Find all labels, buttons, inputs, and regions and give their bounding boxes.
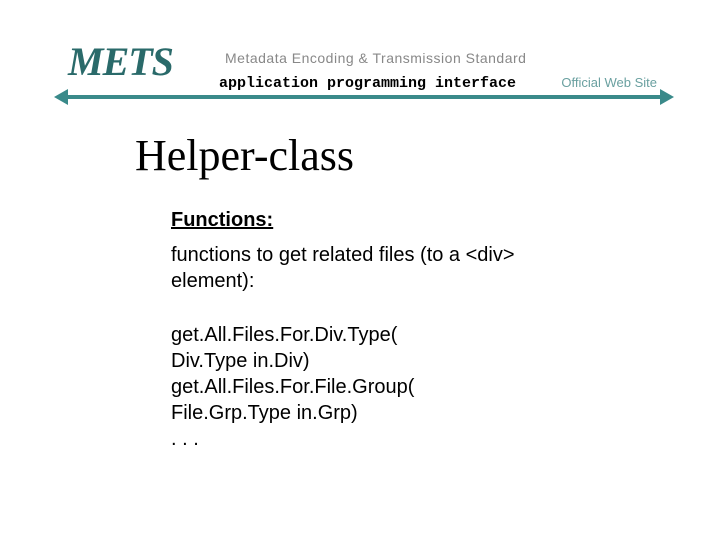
code-line: . . . <box>171 426 600 452</box>
page-title: Helper-class <box>135 130 600 181</box>
code-line: get.All.Files.For.Div.Type( <box>171 322 600 348</box>
logo-subtitle: Metadata Encoding & Transmission Standar… <box>225 50 526 66</box>
content: Helper-class Functions: functions to get… <box>0 100 720 452</box>
api-label: application programming interface <box>216 75 519 92</box>
body: Functions: functions to get related file… <box>135 209 600 452</box>
code-line: get.All.Files.For.File.Group( <box>171 374 600 400</box>
site-label: Official Web Site <box>558 75 660 90</box>
divider-arrow <box>68 95 660 99</box>
header: METS Metadata Encoding & Transmission St… <box>0 0 720 100</box>
code-block: get.All.Files.For.Div.Type( Div.Type in.… <box>171 322 600 452</box>
mets-logo: METS <box>68 38 173 85</box>
code-line: Div.Type in.Div) <box>171 348 600 374</box>
code-line: File.Grp.Type in.Grp) <box>171 400 600 426</box>
section-label: Functions: <box>171 209 600 232</box>
description: functions to get related files (to a <di… <box>171 242 600 294</box>
